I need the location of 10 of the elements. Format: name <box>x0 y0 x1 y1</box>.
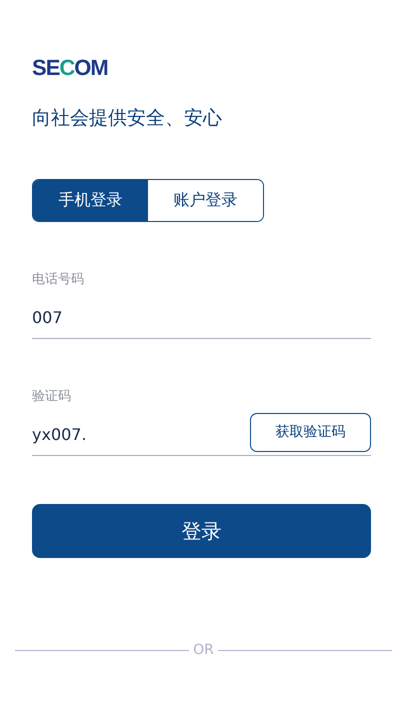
code-label: 验证码 <box>32 388 71 405</box>
tab[interactable]: 手机登录 <box>33 180 148 221</box>
code-field[interactable]: yx007. <box>32 424 87 444</box>
divider-label: OR <box>193 642 214 658</box>
login-button[interactable]: 登录 <box>32 504 371 558</box>
phone-label: 电话号码 <box>32 271 84 288</box>
get-code-button[interactable]: 获取验证码 <box>250 412 371 452</box>
phone-field[interactable]: 007 <box>32 308 63 326</box>
logo: SECOM <box>32 55 108 81</box>
tagline: 向社会提供安全、安心 <box>32 106 222 131</box>
